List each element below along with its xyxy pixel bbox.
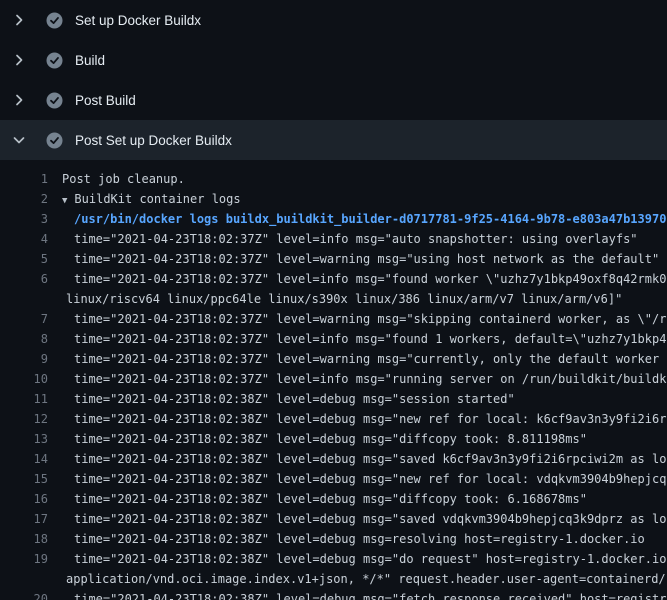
step-label: Post Set up Docker Buildx (75, 133, 232, 148)
chevron-right-icon[interactable] (11, 52, 27, 68)
log-text: time="2021-04-23T18:02:38Z" level=debug … (48, 409, 667, 429)
line-number[interactable]: 6 (0, 269, 48, 289)
log-text: time="2021-04-23T18:02:37Z" level=info m… (48, 269, 667, 289)
line-number[interactable]: 19 (0, 549, 48, 569)
log-text: time="2021-04-23T18:02:38Z" level=debug … (48, 589, 667, 600)
triangle-down-icon: ▼ (62, 196, 67, 206)
line-number[interactable]: 14 (0, 449, 48, 469)
step-row-post-set-up-docker-buildx[interactable]: Post Set up Docker Buildx (0, 120, 667, 160)
log-text: time="2021-04-23T18:02:37Z" level=warnin… (48, 349, 667, 369)
log-line: 7time="2021-04-23T18:02:37Z" level=warni… (0, 309, 667, 329)
line-number (0, 289, 48, 309)
log-line: 5time="2021-04-23T18:02:37Z" level=warni… (0, 249, 667, 269)
check-circle-icon (46, 92, 63, 109)
log-text: time="2021-04-23T18:02:37Z" level=info m… (48, 329, 667, 349)
line-number[interactable]: 17 (0, 509, 48, 529)
line-number[interactable]: 8 (0, 329, 48, 349)
line-number[interactable]: 1 (0, 169, 48, 189)
line-number[interactable]: 4 (0, 229, 48, 249)
line-number[interactable]: 2 (0, 189, 48, 209)
actions-log-viewer: Set up Docker Buildx Build Post Build Post … (0, 0, 667, 600)
step-row-build[interactable]: Build (0, 40, 667, 80)
log-text: time="2021-04-23T18:02:38Z" level=debug … (48, 389, 515, 409)
line-number[interactable]: 9 (0, 349, 48, 369)
log-line: 10time="2021-04-23T18:02:37Z" level=info… (0, 369, 667, 389)
log-text: time="2021-04-23T18:02:38Z" level=debug … (48, 429, 587, 449)
log-line: 14time="2021-04-23T18:02:38Z" level=debu… (0, 449, 667, 469)
log-line: 8time="2021-04-23T18:02:37Z" level=info … (0, 329, 667, 349)
line-number[interactable]: 3 (0, 209, 48, 229)
chevron-right-icon[interactable] (11, 12, 27, 28)
line-number[interactable]: 7 (0, 309, 48, 329)
line-number[interactable]: 5 (0, 249, 48, 269)
log-line: 15time="2021-04-23T18:02:38Z" level=debu… (0, 469, 667, 489)
line-number[interactable]: 18 (0, 529, 48, 549)
check-circle-icon (46, 132, 63, 149)
log-text: Post job cleanup. (48, 169, 185, 189)
log-line: 3/usr/bin/docker logs buildx_buildkit_bu… (0, 209, 667, 229)
group-title: BuildKit container logs (74, 192, 240, 206)
line-number[interactable]: 15 (0, 469, 48, 489)
log-line: 9time="2021-04-23T18:02:37Z" level=warni… (0, 349, 667, 369)
log-text: time="2021-04-23T18:02:38Z" level=debug … (48, 549, 667, 569)
log-text: time="2021-04-23T18:02:37Z" level=info m… (48, 369, 667, 389)
log-line-continuation: application/vnd.oci.image.index.v1+json,… (0, 569, 667, 589)
step-label: Set up Docker Buildx (75, 13, 201, 28)
log-line: 16time="2021-04-23T18:02:38Z" level=debu… (0, 489, 667, 509)
check-circle-icon (46, 52, 63, 69)
log-text: time="2021-04-23T18:02:38Z" level=debug … (48, 469, 667, 489)
log-text: time="2021-04-23T18:02:37Z" level=info m… (48, 229, 638, 249)
step-row-post-build[interactable]: Post Build (0, 80, 667, 120)
line-number[interactable]: 10 (0, 369, 48, 389)
log-line: 18time="2021-04-23T18:02:38Z" level=debu… (0, 529, 667, 549)
step-label: Post Build (75, 93, 136, 108)
steps-list: Set up Docker Buildx Build Post Build Post … (0, 0, 667, 160)
chevron-right-icon[interactable] (11, 92, 27, 108)
log-line: 13time="2021-04-23T18:02:38Z" level=debu… (0, 429, 667, 449)
log-line: 1Post job cleanup. (0, 169, 667, 189)
chevron-down-icon[interactable] (11, 132, 27, 148)
line-number[interactable]: 11 (0, 389, 48, 409)
log-line: 12time="2021-04-23T18:02:38Z" level=debu… (0, 409, 667, 429)
log-text: time="2021-04-23T18:02:38Z" level=debug … (48, 449, 667, 469)
log-text: time="2021-04-23T18:02:38Z" level=debug … (48, 489, 587, 509)
log-group-toggle[interactable]: ▼ BuildKit container logs (48, 189, 241, 209)
log-line: 17time="2021-04-23T18:02:38Z" level=debu… (0, 509, 667, 529)
log-text: time="2021-04-23T18:02:38Z" level=debug … (48, 509, 667, 529)
log-text: time="2021-04-23T18:02:37Z" level=warnin… (48, 249, 659, 269)
step-label: Build (75, 53, 105, 68)
log-command-text: /usr/bin/docker logs buildx_buildkit_bui… (48, 209, 666, 229)
line-number[interactable]: 12 (0, 409, 48, 429)
line-number (0, 569, 48, 589)
step-row-set-up-docker-buildx[interactable]: Set up Docker Buildx (0, 0, 667, 40)
log-line: 19time="2021-04-23T18:02:38Z" level=debu… (0, 549, 667, 569)
log-text: time="2021-04-23T18:02:38Z" level=debug … (48, 529, 645, 549)
line-number[interactable]: 13 (0, 429, 48, 449)
log-line: 2 ▼ BuildKit container logs (0, 189, 667, 209)
check-circle-icon (46, 12, 63, 29)
line-number[interactable]: 16 (0, 489, 48, 509)
log-text: application/vnd.oci.image.index.v1+json,… (48, 569, 667, 589)
log-text: time="2021-04-23T18:02:37Z" level=warnin… (48, 309, 667, 329)
log-line: 20time="2021-04-23T18:02:38Z" level=debu… (0, 589, 667, 600)
log-line: 11time="2021-04-23T18:02:38Z" level=debu… (0, 389, 667, 409)
log-line-continuation: linux/riscv64 linux/ppc64le linux/s390x … (0, 289, 667, 309)
line-number[interactable]: 20 (0, 589, 48, 600)
log-line: 6time="2021-04-23T18:02:37Z" level=info … (0, 269, 667, 289)
log-area: 1Post job cleanup.2 ▼ BuildKit container l… (0, 160, 667, 600)
log-line: 4time="2021-04-23T18:02:37Z" level=info … (0, 229, 667, 249)
log-text: linux/riscv64 linux/ppc64le linux/s390x … (48, 289, 622, 309)
